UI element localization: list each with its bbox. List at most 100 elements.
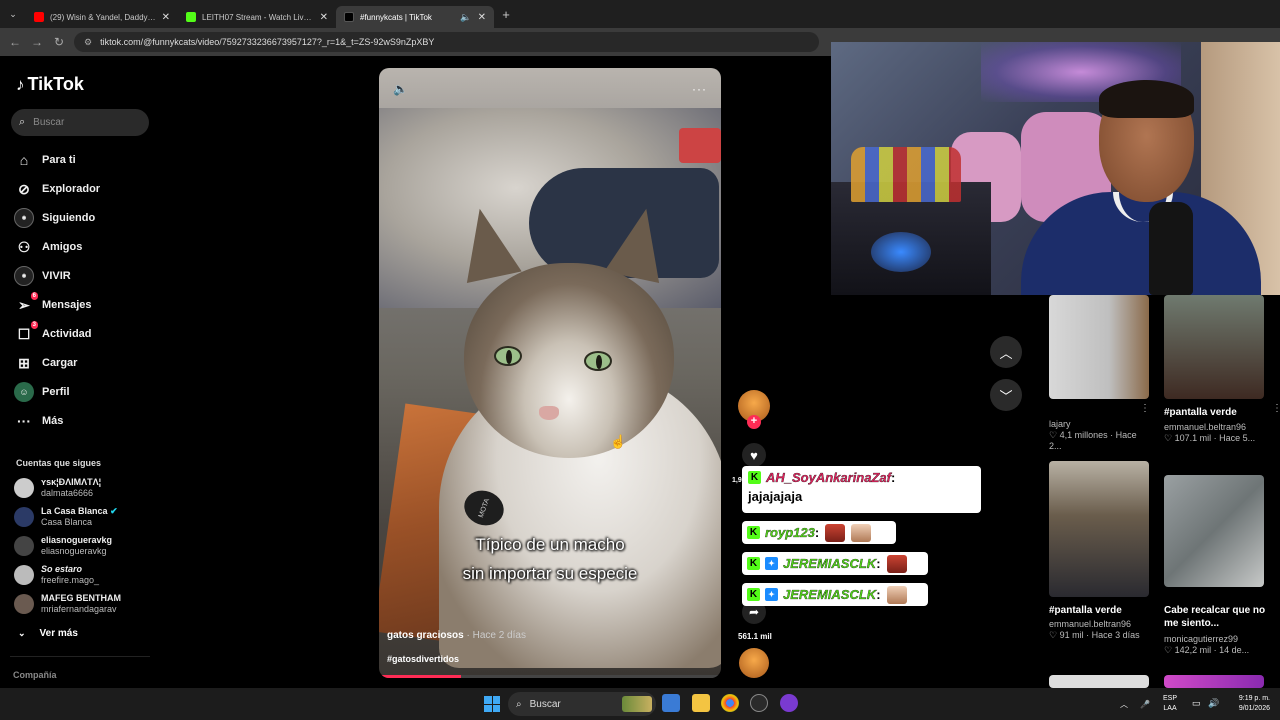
chat-message: K royp123 : xyxy=(742,521,896,544)
emote-icon xyxy=(851,523,872,542)
like-count: 1,9 xyxy=(732,477,742,484)
nav-vivir[interactable]: ◉ VIVIR xyxy=(14,266,71,286)
back-button[interactable]: ← xyxy=(4,35,26,49)
recommendation-title[interactable]: Cabe recalcar que no me siento... xyxy=(1164,604,1272,630)
kick-badge-icon: K xyxy=(748,471,761,484)
next-video-button[interactable]: ﹀ xyxy=(990,379,1022,411)
chat-separator: : xyxy=(876,556,881,571)
close-tab-icon[interactable]: ✕ xyxy=(162,12,170,23)
obs-icon[interactable] xyxy=(750,694,768,712)
following-account[interactable]: So estaro freefire.mago_ xyxy=(14,564,99,586)
chrome-icon[interactable] xyxy=(721,694,739,712)
forward-button[interactable]: → xyxy=(26,35,48,49)
heart-icon: ♡ xyxy=(1049,430,1058,440)
nav-cargar[interactable]: ⊞ Cargar xyxy=(14,353,77,373)
account-name: La Casa Blanca xyxy=(41,506,108,516)
video-progress-bar[interactable] xyxy=(379,675,721,678)
video-frame-redbox xyxy=(679,128,721,163)
nav-para-ti[interactable]: ⌂ Para ti xyxy=(14,150,76,170)
figurines xyxy=(851,147,961,202)
taskbar-search-label: Buscar xyxy=(529,698,561,710)
tab-kick[interactable]: LEITH07 Stream - Watch Live o ✕ xyxy=(178,6,336,28)
company-link[interactable]: Compañía xyxy=(13,670,57,680)
cat-nose xyxy=(539,406,559,420)
nav-label: Explorador xyxy=(42,183,101,195)
recommendation-title[interactable]: #pantalla verde xyxy=(1164,406,1237,419)
chevron-up-icon[interactable]: ︿ xyxy=(1120,699,1128,710)
tiktok-logo[interactable]: ♪ TikTok xyxy=(16,74,84,95)
follow-plus-button[interactable]: + xyxy=(747,415,761,429)
lang-layout: LAA xyxy=(1163,705,1177,712)
lang-code: ESP xyxy=(1163,695,1178,702)
address-bar[interactable]: ⚙ tiktok.com/@funnykcats/video/759273323… xyxy=(74,32,819,52)
file-explorer-icon[interactable] xyxy=(692,694,710,712)
tab-tiktok[interactable]: #funnykcats | TikTok 🔈 ✕ xyxy=(336,6,494,28)
following-account[interactable]: La Casa Blanca ✔ Casa Blanca xyxy=(14,506,118,528)
following-account[interactable]: eliasnogueravkg eliasnogueravkg xyxy=(14,535,112,557)
video-thumbnail[interactable] xyxy=(1164,675,1264,688)
live-icon: ◉ xyxy=(14,266,34,286)
chat-separator: : xyxy=(876,587,881,602)
app-icon[interactable] xyxy=(780,694,798,712)
close-tab-icon[interactable]: ✕ xyxy=(478,12,486,23)
video-thumbnail[interactable] xyxy=(1049,295,1149,399)
search-placeholder: Buscar xyxy=(33,117,65,128)
see-more-button[interactable]: ⌄ Ver más xyxy=(18,628,78,639)
store-icon[interactable] xyxy=(662,694,680,712)
nav-label: Actividad xyxy=(42,328,92,340)
network-icon[interactable]: ▭ xyxy=(1192,698,1201,709)
nav-siguiendo[interactable]: ◉ Siguiendo xyxy=(14,208,95,228)
nav-label: Perfil xyxy=(42,386,70,398)
tab-search-chevron-icon[interactable]: ⌄ xyxy=(0,9,26,20)
more-options-icon[interactable]: ⋮ xyxy=(1272,403,1280,414)
tab-youtube[interactable]: (29) Wisin & Yandel, Daddy Yan ✕ xyxy=(26,6,178,28)
subscriber-badge-icon: ✦ xyxy=(765,588,778,601)
volume-icon[interactable]: 🔊 xyxy=(1208,698,1219,709)
following-account[interactable]: ʏsᴋ¦ĐΛIMΛTΛ¦ dalmata6666 xyxy=(14,477,101,499)
site-info-icon[interactable]: ⚙ xyxy=(84,37,92,48)
speaker-icon[interactable]: 🔈 xyxy=(460,12,471,23)
close-tab-icon[interactable]: ✕ xyxy=(320,12,328,23)
recommendation-meta: emmanuel.beltran96 ♡ 107.1 mil · Hace 5.… xyxy=(1164,422,1276,444)
search-icon: ⌕ xyxy=(19,116,26,128)
upload-icon: ⊞ xyxy=(18,354,30,371)
more-options-icon[interactable]: ··· xyxy=(692,82,707,96)
taskbar-search[interactable]: ⌕ Buscar xyxy=(508,692,656,716)
more-options-icon[interactable]: ⋮ xyxy=(1140,403,1150,414)
language-indicator[interactable]: ESP LAA xyxy=(1163,694,1177,714)
previous-video-button[interactable]: ︿ xyxy=(990,336,1022,368)
see-more-label: Ver más xyxy=(39,628,78,639)
following-account[interactable]: MAFEG BENTHAM mriafernandagarav xyxy=(14,593,121,615)
video-thumbnail[interactable] xyxy=(1049,675,1149,688)
system-clock[interactable]: 9:19 p. m. 9/01/2026 xyxy=(1228,694,1270,714)
recommendation-title[interactable]: #pantalla verde xyxy=(1049,604,1122,617)
streamer-hair xyxy=(1099,80,1194,118)
nav-actividad[interactable]: ☐ 3 Actividad xyxy=(14,321,92,344)
video-thumbnail[interactable] xyxy=(1164,295,1264,399)
music-disc-avatar[interactable] xyxy=(739,648,769,678)
video-thumbnail[interactable] xyxy=(1164,475,1264,587)
heart-icon[interactable]: ♥ xyxy=(742,443,766,467)
new-tab-button[interactable]: + xyxy=(494,7,518,22)
search-input[interactable]: ⌕ Buscar xyxy=(11,109,149,136)
nav-amigos[interactable]: ⚇ Amigos xyxy=(14,237,83,257)
emote-icon xyxy=(886,585,907,604)
nav-label: Para ti xyxy=(42,154,76,166)
nav-mas[interactable]: ··· Más xyxy=(14,411,63,431)
nav-mensajes[interactable]: ➢ 6 Mensajes xyxy=(14,292,92,315)
nav-explorador[interactable]: ⊘ Explorador xyxy=(14,179,100,199)
video-author[interactable]: gatos graciosos · Hace 2 días xyxy=(387,630,526,641)
tiktok-favicon-icon xyxy=(344,12,354,22)
logo-text: TikTok xyxy=(27,74,84,94)
reload-button[interactable]: ↻ xyxy=(48,35,70,49)
volume-icon[interactable]: 🔈 xyxy=(393,82,408,96)
tiktok-sidebar: ♪ TikTok ⌕ Buscar ⌂ Para ti ⊘ Explorador ◉… xyxy=(0,56,160,688)
video-caption: Típico de un macho sin importar su espec… xyxy=(379,530,721,588)
caption-line: sin importar su especie xyxy=(462,564,638,583)
video-hashtag[interactable]: #gatosdivertidos xyxy=(387,654,459,664)
windows-start-icon[interactable] xyxy=(484,696,500,712)
video-player[interactable]: MOTA 🔈 ··· Típico de un macho sin import… xyxy=(379,68,721,678)
nav-perfil[interactable]: ☺ Perfil xyxy=(14,382,70,402)
video-thumbnail[interactable] xyxy=(1049,461,1149,597)
microphone-icon[interactable]: 🎤 xyxy=(1140,700,1150,709)
